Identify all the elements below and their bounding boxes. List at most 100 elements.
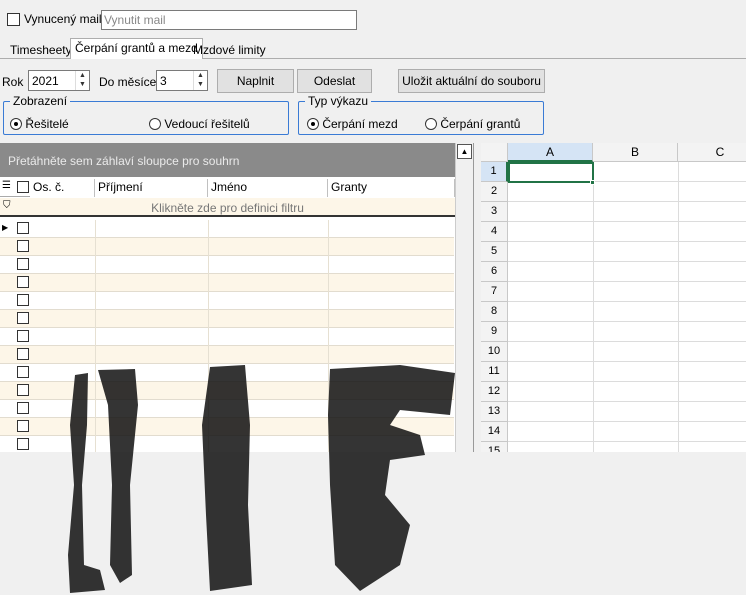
year-value: 2021 <box>32 74 59 88</box>
filter-row[interactable]: ⛉ Klikněte zde pro definici filtru <box>0 198 455 217</box>
sheet-row-header[interactable]: 3 <box>481 202 508 222</box>
radio-selected-icon[interactable] <box>10 117 22 130</box>
group-by-panel[interactable]: Přetáhněte sem záhlaví sloupce pro souhr… <box>0 143 455 177</box>
sheet-row-line <box>508 441 746 442</box>
group-by-panel-text: Přetáhněte sem záhlaví sloupce pro souhr… <box>8 154 240 168</box>
sheet-corner[interactable] <box>481 143 508 162</box>
select-all-checkbox[interactable] <box>17 181 29 193</box>
column-header-os-c[interactable]: Os. č. <box>30 179 95 197</box>
sheet-row-header[interactable]: 10 <box>481 342 508 362</box>
sheet-row-header[interactable]: 4 <box>481 222 508 242</box>
tab-cerpani-grantu-a-mezd[interactable]: Čerpání grantů a mezd <box>70 38 203 59</box>
row-checkbox[interactable] <box>17 420 29 432</box>
sheet-row-header[interactable]: 2 <box>481 182 508 202</box>
sheet-row-header[interactable]: 12 <box>481 382 508 402</box>
sheet-row-header[interactable]: 15 <box>481 442 508 452</box>
table-row[interactable] <box>0 310 454 328</box>
sheet-row-header[interactable]: 13 <box>481 402 508 422</box>
save-to-file-button[interactable]: Uložit aktuální do souboru <box>398 69 545 93</box>
column-header-prijmeni[interactable]: Příjmení <box>95 179 208 197</box>
forced-mail-checkbox[interactable] <box>7 13 20 26</box>
sheet-column-b[interactable]: B <box>593 143 678 162</box>
row-checkbox[interactable] <box>17 330 29 342</box>
row-checkbox[interactable] <box>17 240 29 252</box>
sheet-row-header[interactable]: 1 <box>481 162 508 182</box>
column-divider <box>328 346 329 364</box>
option-solvers[interactable]: Řešitelé <box>10 116 69 131</box>
option-solvers-label: Řešitelé <box>25 116 69 131</box>
tab-mzdove-limity[interactable]: Mzdové limity <box>188 40 271 59</box>
display-group-legend: Zobrazení <box>10 94 71 108</box>
row-checkbox[interactable] <box>17 348 29 360</box>
sheet-row-header[interactable]: 6 <box>481 262 508 282</box>
table-row[interactable] <box>0 274 454 292</box>
fill-button[interactable]: Naplnit <box>217 69 294 93</box>
row-checkbox[interactable] <box>17 294 29 306</box>
option-wages[interactable]: Čerpání mezd <box>307 116 398 131</box>
column-divider <box>95 346 96 364</box>
row-checkbox[interactable] <box>17 366 29 378</box>
sheet-column-c[interactable]: C <box>678 143 746 162</box>
sheet-row-header[interactable]: 11 <box>481 362 508 382</box>
column-divider <box>208 346 209 364</box>
column-divider <box>95 292 96 310</box>
to-month-stepper[interactable]: 3 ▲ ▼ <box>156 70 208 91</box>
radio-icon[interactable] <box>149 117 161 130</box>
tab-label: Mzdové limity <box>193 43 266 57</box>
row-checkbox[interactable] <box>17 222 29 234</box>
row-checkbox[interactable] <box>17 402 29 414</box>
filter-row-text: Klikněte zde pro definici filtru <box>151 201 304 215</box>
column-divider <box>328 310 329 328</box>
sheet-row-header[interactable]: 7 <box>481 282 508 302</box>
to-month-stepper-arrows[interactable]: ▲ ▼ <box>193 71 207 90</box>
year-stepper[interactable]: 2021 ▲ ▼ <box>28 70 90 91</box>
tab-timesheety[interactable]: Timesheety <box>5 40 77 59</box>
chevron-up-icon[interactable]: ▲ <box>194 71 207 80</box>
column-divider <box>95 328 96 346</box>
sheet-row-header[interactable]: 8 <box>481 302 508 322</box>
column-divider <box>95 220 96 238</box>
table-row[interactable] <box>0 256 454 274</box>
scroll-up-icon[interactable]: ▲ <box>457 144 472 159</box>
column-header-jmeno[interactable]: Jméno <box>208 179 328 197</box>
report-type-group-legend: Typ výkazu <box>305 94 372 108</box>
option-lead-solvers-label: Vedoucí řešitelů <box>164 116 250 131</box>
sheet-row-header[interactable]: 5 <box>481 242 508 262</box>
year-stepper-arrows[interactable]: ▲ ▼ <box>75 71 89 90</box>
chevron-up-icon[interactable]: ▲ <box>76 71 89 80</box>
column-chooser-icon[interactable]: ☰ <box>2 180 11 191</box>
sheet-row-line <box>508 321 746 322</box>
table-row[interactable]: ▶ <box>0 220 454 238</box>
column-divider <box>208 238 209 256</box>
to-month-value: 3 <box>160 74 167 88</box>
row-checkbox[interactable] <box>17 384 29 396</box>
row-checkbox[interactable] <box>17 438 29 450</box>
option-grants-label: Čerpání grantů <box>440 116 521 131</box>
forced-mail-input[interactable]: Vynutit mail <box>101 10 357 30</box>
fill-handle[interactable] <box>590 180 595 185</box>
radio-icon[interactable] <box>425 117 437 130</box>
column-header-granty[interactable]: Granty <box>328 179 455 197</box>
sheet-row-line <box>508 301 746 302</box>
chevron-down-icon[interactable]: ▼ <box>194 80 207 89</box>
sheet-row-line <box>508 201 746 202</box>
row-checkbox[interactable] <box>17 258 29 270</box>
chevron-down-icon[interactable]: ▼ <box>76 80 89 89</box>
row-checkbox[interactable] <box>17 312 29 324</box>
sheet-row-header[interactable]: 14 <box>481 422 508 442</box>
sheet-column-a[interactable]: A <box>508 143 593 162</box>
table-row[interactable] <box>0 238 454 256</box>
selected-cell-a1[interactable] <box>508 162 594 183</box>
row-checkbox[interactable] <box>17 276 29 288</box>
column-divider <box>328 292 329 310</box>
option-grants[interactable]: Čerpání grantů <box>425 116 520 131</box>
radio-selected-icon[interactable] <box>307 117 319 130</box>
data-grid: Přetáhněte sem záhlaví sloupce pro souhr… <box>0 143 474 593</box>
sheet-row-header[interactable]: 9 <box>481 322 508 342</box>
sheet-row-line <box>508 241 746 242</box>
table-row[interactable] <box>0 292 454 310</box>
table-row[interactable] <box>0 346 454 364</box>
table-row[interactable] <box>0 328 454 346</box>
option-lead-solvers[interactable]: Vedoucí řešitelů <box>149 116 250 131</box>
send-button[interactable]: Odeslat <box>297 69 372 93</box>
